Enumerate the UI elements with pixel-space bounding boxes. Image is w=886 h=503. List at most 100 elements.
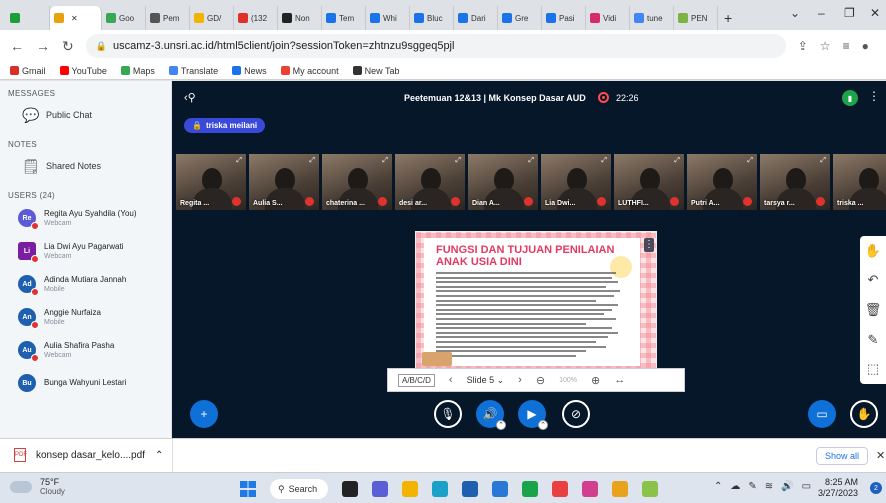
minimize-icon[interactable]: –: [818, 6, 825, 20]
star-icon[interactable]: ☆: [820, 39, 831, 53]
browser-tab[interactable]: Whi: [366, 6, 410, 30]
user-list-item[interactable]: Au Aulia Shafira Pasha Webcam: [0, 335, 171, 365]
drive-icon[interactable]: ☁: [730, 481, 740, 492]
webcam-tile[interactable]: ⤢ Regita ...: [176, 154, 246, 210]
bookmark-item[interactable]: My account: [280, 66, 339, 76]
forward-arrow-icon[interactable]: →: [36, 38, 50, 54]
excel-icon[interactable]: [522, 481, 538, 497]
file-explorer-icon[interactable]: [402, 481, 418, 497]
chrome-icon[interactable]: [612, 481, 628, 497]
battery-icon[interactable]: ▭: [802, 481, 811, 492]
zoom-out-icon[interactable]: ⊖: [536, 374, 545, 387]
new-tab-button[interactable]: +: [724, 6, 732, 30]
extensions-icon[interactable]: ≡: [843, 39, 850, 53]
powerpoint-icon[interactable]: [582, 481, 598, 497]
slide-menu-icon[interactable]: ⋮: [644, 238, 654, 252]
expand-icon[interactable]: ⤢: [601, 157, 607, 165]
close-tab-icon[interactable]: ✕: [71, 14, 78, 23]
user-list-item[interactable]: Ad Adinda Mutiara Jannah Mobile: [0, 269, 171, 299]
actions-plus-button[interactable]: +: [190, 400, 218, 428]
webcam-button[interactable]: ▶ ⌃: [518, 400, 548, 430]
user-list-item[interactable]: Bu Bunga Wahyuni Lestari: [0, 368, 171, 398]
browser-tab[interactable]: Pem: [146, 6, 190, 30]
back-arrow-icon[interactable]: ←: [10, 38, 24, 54]
shared-notes-item[interactable]: 🗒 Shared Notes: [0, 149, 171, 183]
expand-icon[interactable]: ⤢: [747, 157, 753, 165]
profile-icon[interactable]: ●: [862, 39, 869, 53]
audio-button[interactable]: 🔊 ⌃: [476, 400, 506, 430]
restore-icon[interactable]: ❐: [844, 6, 855, 20]
trash-icon[interactable]: 🗑: [865, 302, 882, 318]
browser-tab[interactable]: Dari: [454, 6, 498, 30]
slide-select[interactable]: Slide 5 ⌄: [467, 375, 505, 386]
wps-icon[interactable]: [552, 481, 568, 497]
expand-icon[interactable]: ⤢: [820, 157, 826, 165]
clock[interactable]: 8:25 AM 3/27/2023: [818, 477, 858, 499]
webcam-tile[interactable]: ⤢ tarsya r...: [760, 154, 830, 210]
browser-tab[interactable]: Goo: [102, 6, 146, 30]
url-field[interactable]: 🔒 uscamz-3.unsri.ac.id/html5client/join?…: [85, 34, 786, 58]
app-green-icon[interactable]: [642, 481, 658, 497]
chat-app-icon[interactable]: [372, 481, 388, 497]
user-list-item[interactable]: Li Lia Dwi Ayu Pagarwati Webcam: [0, 236, 171, 266]
record-icon[interactable]: [598, 92, 609, 103]
undo-icon[interactable]: ↶: [868, 272, 879, 288]
browser-tab[interactable]: Tem: [322, 6, 366, 30]
browser-tab[interactable]: Vidi: [586, 6, 630, 30]
chevron-up-icon[interactable]: ⌃: [155, 450, 163, 461]
wifi-icon[interactable]: ≋: [765, 481, 773, 492]
share-icon[interactable]: ⇪: [798, 39, 808, 53]
fit-width-icon[interactable]: ↔: [614, 374, 625, 386]
windows-start-icon[interactable]: [240, 481, 256, 497]
browser-tab[interactable]: PEN: [674, 6, 718, 30]
expand-icon[interactable]: ⤢: [236, 157, 242, 165]
reload-icon[interactable]: ↻: [62, 38, 74, 55]
menu-icon[interactable]: ⋮: [881, 39, 886, 53]
raise-hand-button[interactable]: ✋: [850, 400, 878, 428]
volume-icon[interactable]: 🔊: [781, 481, 793, 492]
webcam-tile[interactable]: ⤢ Putri A...: [687, 154, 757, 210]
screen-share-button[interactable]: ⊘: [562, 400, 590, 428]
expand-icon[interactable]: ⤢: [674, 157, 680, 165]
store-icon[interactable]: [462, 481, 478, 497]
public-chat-item[interactable]: 💬 Public Chat: [0, 98, 171, 132]
webcam-tile[interactable]: ⤢ Dian A...: [468, 154, 538, 210]
options-menu-icon[interactable]: ⋮: [868, 89, 880, 103]
pencil-icon[interactable]: ✎: [868, 332, 879, 348]
zoom-value[interactable]: 100%: [559, 377, 577, 384]
restore-presentation-button[interactable]: ▭: [808, 400, 836, 428]
expand-icon[interactable]: ⤢: [309, 157, 315, 165]
browser-tab[interactable]: tune: [630, 6, 674, 30]
download-item[interactable]: PDF konsep dasar_kelo....pdf ⌃: [14, 448, 163, 462]
expand-icon[interactable]: ⤢: [528, 157, 534, 165]
browser-tab[interactable]: GD/: [190, 6, 234, 30]
bookmark-item[interactable]: YouTube: [59, 66, 107, 76]
webcam-tile[interactable]: ⤢triska ...: [833, 154, 886, 210]
bookmark-item[interactable]: Gmail: [10, 66, 46, 76]
notification-badge[interactable]: 2: [870, 482, 882, 494]
close-icon[interactable]: ✕: [876, 449, 885, 462]
taskbar-search[interactable]: ⚲ Search: [270, 479, 328, 499]
next-slide-button[interactable]: ›: [518, 374, 522, 386]
bookmark-item[interactable]: Maps: [120, 66, 155, 76]
pen-icon[interactable]: ✎: [748, 481, 756, 492]
weather-widget[interactable]: 75°F Cloudy: [10, 477, 65, 497]
browser-tab[interactable]: Non: [278, 6, 322, 30]
show-all-button[interactable]: Show all: [816, 447, 869, 465]
whiteboard-icon[interactable]: ⬚: [867, 361, 879, 377]
connection-status-icon[interactable]: ▮: [842, 90, 858, 106]
browser-tab[interactable]: (132: [234, 6, 278, 30]
user-list-item[interactable]: Re Regita Ayu Syahdila (You) Webcam: [0, 203, 171, 233]
close-window-icon[interactable]: ✕: [870, 6, 880, 20]
expand-icon[interactable]: ⤢: [382, 157, 388, 165]
webcam-tile[interactable]: ⤢ chaterina ...: [322, 154, 392, 210]
browser-tab[interactable]: Bluc: [410, 6, 454, 30]
task-view-icon[interactable]: [342, 481, 358, 497]
browser-tab[interactable]: [6, 6, 50, 30]
user-list-item[interactable]: An Anggie Nurfaiza Mobile: [0, 302, 171, 332]
app-icon[interactable]: [492, 481, 508, 497]
browser-tab[interactable]: Pasi: [542, 6, 586, 30]
presenter-badge[interactable]: 🔒 triska meilani: [184, 118, 266, 133]
bookmark-item[interactable]: New Tab: [352, 66, 400, 76]
bookmark-item[interactable]: Translate: [168, 66, 218, 76]
